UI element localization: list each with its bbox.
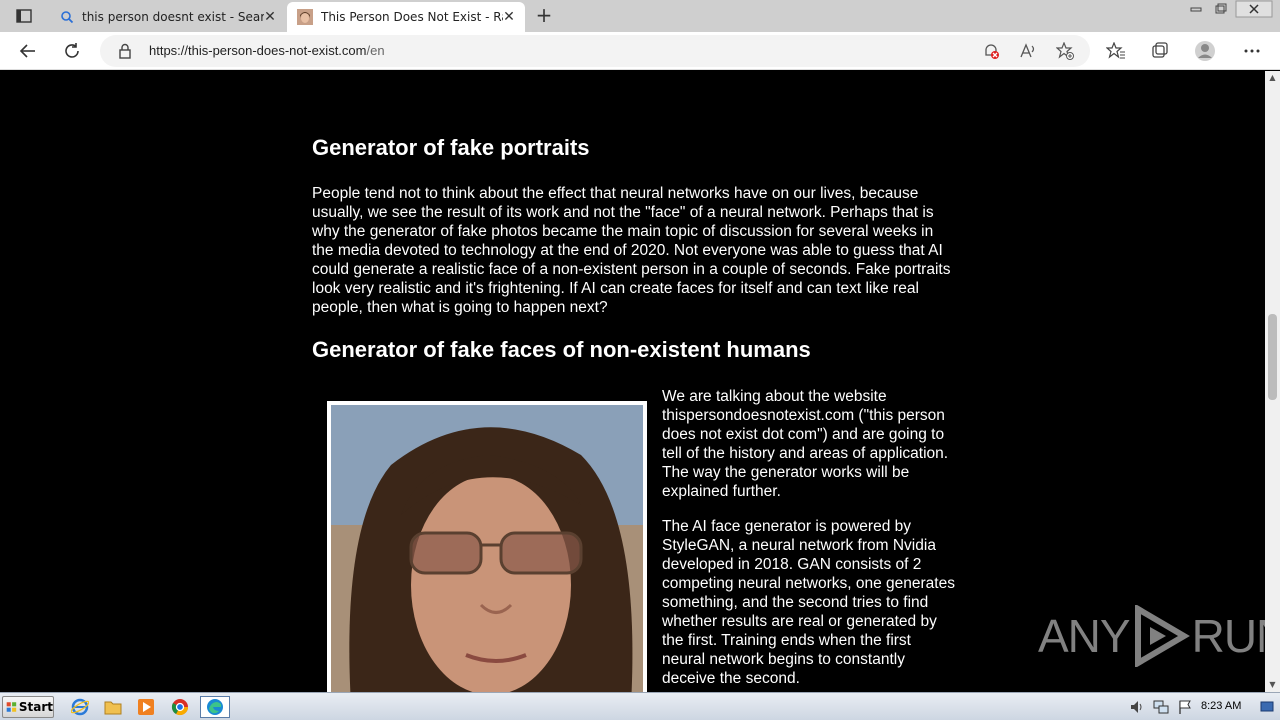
settings-menu-button[interactable]: [1240, 39, 1264, 63]
tab-title: This Person Does Not Exist - Rand: [321, 10, 503, 24]
action-center-flag-icon[interactable]: [1177, 699, 1193, 715]
watermark-text-left: ANY: [1038, 610, 1131, 662]
close-icon: [1235, 0, 1273, 18]
tab-actions-button[interactable]: [8, 5, 40, 27]
vertical-scrollbar[interactable]: ▲ ▼: [1265, 71, 1280, 692]
read-aloud-button[interactable]: [1018, 41, 1038, 61]
portrait-image-frame: [327, 401, 647, 692]
show-desktop-icon: [1260, 701, 1274, 712]
tab-title: this person doesnt exist - Search: [82, 10, 264, 24]
media-player-taskbar-button[interactable]: [134, 696, 158, 718]
browser-toolbar: https://this-person-does-not-exist.com/e…: [0, 32, 1280, 70]
close-tab-icon[interactable]: ✕: [501, 9, 517, 25]
lock-icon[interactable]: [118, 43, 132, 63]
internet-explorer-taskbar-button[interactable]: [68, 696, 92, 718]
star-add-icon: [1056, 42, 1074, 60]
anyrun-watermark: ANY RUN: [1038, 605, 1265, 667]
avatar-icon: [1195, 41, 1215, 61]
volume-icon[interactable]: [1129, 699, 1145, 715]
chrome-icon: [171, 699, 189, 716]
read-aloud-icon: [1020, 43, 1035, 58]
back-button[interactable]: [16, 39, 40, 63]
restore-button[interactable]: [1208, 0, 1234, 18]
watermark-text-right: RUN: [1191, 610, 1265, 662]
more-dots-icon: [1244, 49, 1260, 53]
tracking-prevention-button[interactable]: [981, 41, 1001, 61]
section-heading: Generator of fake portraits: [312, 135, 590, 160]
profile-button[interactable]: [1193, 39, 1217, 63]
paragraph: People tend not to think about the effec…: [312, 185, 951, 316]
paragraph: We are talking about the website thisper…: [662, 388, 949, 500]
favorites-button[interactable]: [1104, 39, 1128, 63]
file-explorer-taskbar-button[interactable]: [101, 696, 125, 718]
tab-this-person[interactable]: This Person Does Not Exist - Rand ✕: [287, 2, 525, 32]
system-clock[interactable]: 8:23 AM: [1201, 700, 1241, 712]
media-player-icon: [138, 699, 154, 715]
start-label: Start: [18, 700, 53, 714]
search-icon: [61, 11, 74, 24]
tab-actions-icon: [16, 9, 32, 23]
close-window-button[interactable]: [1234, 0, 1274, 18]
restore-icon: [1215, 3, 1227, 14]
new-tab-button[interactable]: +: [533, 4, 555, 26]
folder-icon: [104, 701, 122, 715]
collections-icon: [1152, 42, 1168, 58]
arrow-left-icon: [19, 44, 35, 58]
start-button[interactable]: Start: [2, 696, 54, 718]
add-favorite-button[interactable]: [1055, 41, 1075, 61]
edge-taskbar-button[interactable]: [200, 696, 230, 718]
scroll-thumb[interactable]: [1268, 314, 1277, 400]
tab-search[interactable]: this person doesnt exist - Search ✕: [50, 2, 286, 32]
bell-alert-icon: [985, 44, 999, 59]
url-host: https://this-person-does-not-exist.com: [149, 43, 367, 58]
minimize-button[interactable]: [1183, 0, 1209, 18]
collections-button[interactable]: [1148, 39, 1172, 63]
show-desktop-button[interactable]: [1258, 699, 1276, 715]
refresh-button[interactable]: [60, 39, 84, 63]
chrome-taskbar-button[interactable]: [168, 696, 192, 718]
edge-icon: [207, 699, 223, 715]
paragraph: The AI face generator is powered by Styl…: [662, 518, 955, 687]
scroll-down-arrow-icon[interactable]: ▼: [1265, 678, 1280, 692]
play-logo-icon: [1134, 605, 1190, 667]
url-path: /en: [366, 43, 385, 58]
minimize-icon: [1190, 7, 1202, 12]
address-bar[interactable]: https://this-person-does-not-exist.com/e…: [100, 35, 1090, 67]
favorites-icon: [1106, 42, 1125, 59]
refresh-icon: [65, 43, 79, 58]
network-icon[interactable]: [1153, 699, 1169, 715]
page-viewport: Generator of fake portraits People tend …: [0, 71, 1265, 692]
windows-logo-icon: [6, 702, 17, 712]
browser-tab-strip: this person doesnt exist - Search ✕ This…: [0, 0, 1280, 32]
portrait-image: [331, 405, 643, 692]
close-tab-icon[interactable]: ✕: [262, 9, 278, 25]
windows-taskbar: Start 8:23 AM: [0, 692, 1280, 720]
portrait-favicon-icon: [297, 9, 313, 25]
url-text[interactable]: https://this-person-does-not-exist.com/e…: [149, 43, 385, 58]
section-heading: Generator of fake faces of non-existent …: [312, 337, 811, 362]
internet-explorer-icon: [71, 698, 89, 716]
scroll-up-arrow-icon[interactable]: ▲: [1265, 71, 1280, 85]
